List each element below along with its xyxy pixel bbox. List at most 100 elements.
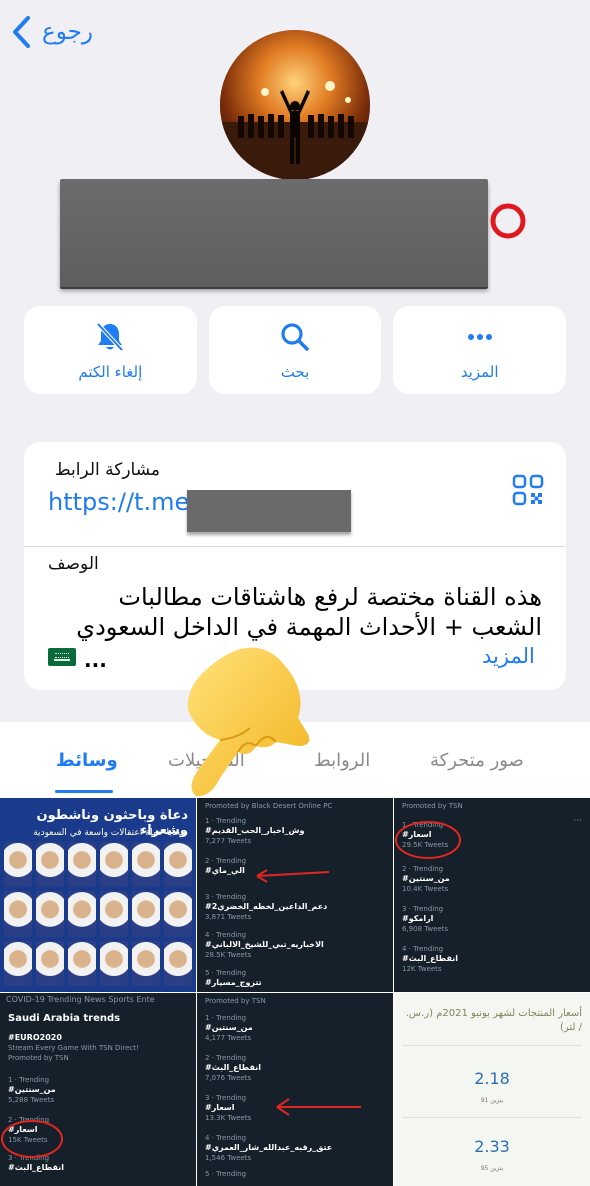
media-item[interactable]: دعاة وباحثون وناشطون وشعراء ضحايا حملة ا…	[0, 798, 196, 992]
fuel-price-value: 2.33	[474, 1137, 510, 1156]
back-button[interactable]: رجوع	[8, 10, 93, 54]
pointing-hand-icon	[187, 647, 310, 797]
trend-count: 1,546 Tweets	[205, 1154, 252, 1162]
portrait-grid	[4, 842, 192, 986]
portrait	[100, 940, 128, 986]
trend-meta: 1 · Trending	[205, 1014, 247, 1022]
trend-meta: 4 · Trending	[205, 931, 247, 939]
trend-meta: 5 · Trending	[205, 1170, 247, 1178]
back-label: رجوع	[42, 19, 93, 45]
chevron-left-icon	[13, 16, 30, 48]
trend-count: 3,871 Tweets	[205, 913, 252, 921]
trend-meta: 4 · Trending	[402, 945, 444, 953]
portrait	[4, 940, 32, 986]
fuel-prices-heading: أسعار المنتجات لشهر يونيو 2021م (ر.س. / …	[405, 1008, 582, 1033]
trends-title: Saudi Arabia trends	[8, 1013, 121, 1024]
trend-meta: 3 · Trending	[205, 1094, 247, 1102]
trend-item: 3 · Trending #دعم_الداعين_لخطه_الخضري2 3…	[205, 892, 385, 922]
trend-count: 10.4K Tweets	[402, 885, 449, 893]
trend-item: 3 · Trending #اسعار 13.3K Tweets	[205, 1093, 385, 1123]
description-line-1: هذه القناة مختصة لرفع هاشتاقات مطالبات	[118, 583, 542, 611]
trend-meta: 2 · Trending	[205, 1054, 247, 1062]
trend-name: #دعم_الداعين_لخطه_الخضري2	[205, 902, 328, 911]
trend-item: 4 · Trending #انقطاع_البث 12K Tweets	[402, 944, 582, 974]
portrait	[36, 842, 64, 888]
trend-name: #تتزوج_مسيار	[205, 978, 262, 987]
more-button[interactable]: المزيد	[393, 306, 567, 394]
trend-meta: 5 · Trending	[205, 969, 247, 977]
qr-code-icon[interactable]	[512, 474, 544, 506]
description-label: الوصف	[48, 554, 99, 574]
tab-media[interactable]: وسائط	[56, 750, 118, 771]
trend-name: #اسعار	[402, 830, 432, 839]
trend-item: 2 · Trending #من_سنتين 10.4K Tweets	[402, 864, 582, 894]
trend-item: 1 · Trending #من_سنتين 5,288 Tweets	[8, 1075, 188, 1105]
trend-meta: 3 · Trending	[205, 893, 247, 901]
portrait	[164, 940, 192, 986]
portrait	[68, 940, 96, 986]
trend-count: 12K Tweets	[402, 965, 442, 973]
media-item[interactable]: أسعار المنتجات لشهر يونيو 2021م (ر.س. / …	[394, 993, 590, 1186]
portrait	[100, 891, 128, 937]
fuel-price-value: 2.18	[474, 1069, 510, 1088]
divider	[402, 1045, 582, 1046]
promoted-label: Promoted by TSN	[402, 802, 463, 810]
action-buttons: إلغاء الكتم بحث المزيد	[24, 306, 567, 394]
promoted-label: Promoted by TSN	[205, 997, 266, 1005]
unmute-label: إلغاء الكتم	[78, 363, 143, 381]
trend-meta: 4 · Trending	[205, 1134, 247, 1142]
redacted-channel-name	[60, 179, 488, 287]
trend-meta: 3 · Trending	[402, 905, 444, 913]
trend-meta: 3 · Trending	[8, 1154, 50, 1162]
divider	[402, 1117, 582, 1118]
trend-name: #انقطاع_البث	[402, 954, 458, 963]
trend-count: 7,076 Tweets	[205, 1074, 252, 1082]
trend-item: 1 · Trending #وش_اخبار_الحب_القديم 7,277…	[205, 816, 385, 846]
trend-count: 29.5K Tweets	[402, 841, 449, 849]
trend-name: #اسعار	[8, 1125, 38, 1134]
trend-item: 2 · Trending #اسعار 15K Tweets	[8, 1115, 188, 1145]
search-button[interactable]: بحث	[208, 306, 382, 394]
trend-name: #الاخباريه_تبي_للشيخ_الالباني	[205, 940, 324, 949]
portrait	[132, 891, 160, 937]
trend-name: #EURO2020	[8, 1033, 62, 1042]
description-more-link[interactable]: المزيد	[482, 644, 535, 668]
media-item[interactable]: COVID-19 Trending News Sports Ente Saudi…	[0, 993, 196, 1186]
trend-name: #انقطاع_البث	[8, 1163, 64, 1172]
share-link-label: مشاركة الرابط	[54, 460, 160, 480]
unmute-button[interactable]: إلغاء الكتم	[24, 306, 197, 394]
trend-count: 28.5K Tweets	[205, 951, 252, 959]
trend-count: 15K Tweets	[8, 1136, 48, 1144]
trend-name: #ارامكو	[402, 914, 434, 923]
trend-sub: Stream Every Game With TSN Direct!	[8, 1044, 139, 1052]
tab-gifs[interactable]: صور متحركة	[430, 750, 524, 771]
search-icon	[281, 323, 309, 351]
portrait	[36, 891, 64, 937]
media-item[interactable]: Promoted by TSN ··· 1 · Trending #اسعار …	[394, 798, 590, 992]
promoted-label: Promoted by Black Desert Online PC	[205, 802, 333, 810]
portrait	[68, 891, 96, 937]
bell-slash-icon	[96, 322, 124, 352]
promoted-label: Promoted by TSN	[8, 1054, 69, 1062]
media-item[interactable]: Promoted by Black Desert Online PC 1 · T…	[197, 798, 393, 992]
trend-name: #عتق_رقبه_عبدالله_شار_العمري	[205, 1143, 333, 1152]
share-link-url[interactable]: https://t.me/	[48, 488, 197, 516]
redacted-link	[187, 490, 351, 532]
trend-name: #انقطاع_البث	[205, 1063, 261, 1072]
channel-avatar[interactable]	[220, 30, 370, 180]
trend-count: 4,177 Tweets	[205, 1034, 252, 1042]
trend-item: 2 · Trending #انقطاع_البث 7,076 Tweets	[205, 1053, 385, 1083]
trend-item: 1 · Trending #من_سنتين 4,177 Tweets	[205, 1013, 385, 1043]
card-divider	[24, 546, 566, 547]
trend-count: 13.3K Tweets	[205, 1114, 252, 1122]
search-label: بحث	[280, 363, 310, 381]
portrait	[132, 842, 160, 888]
trend-item: 4 · Trending #الاخباريه_تبي_للشيخ_الالبا…	[205, 930, 385, 960]
portrait	[36, 940, 64, 986]
trend-item: 4 · Trending #عتق_رقبه_عبدالله_شار_العمر…	[205, 1133, 385, 1163]
media-item[interactable]: Promoted by TSN 1 · Trending #من_سنتين 4…	[197, 993, 393, 1186]
trend-item: 5 · Trending #تتزوج_مسيار	[205, 968, 385, 988]
trend-count: 5,288 Tweets	[8, 1096, 55, 1104]
tab-links[interactable]: الروابط	[314, 750, 370, 771]
trend-count: 6,908 Tweets	[402, 925, 449, 933]
